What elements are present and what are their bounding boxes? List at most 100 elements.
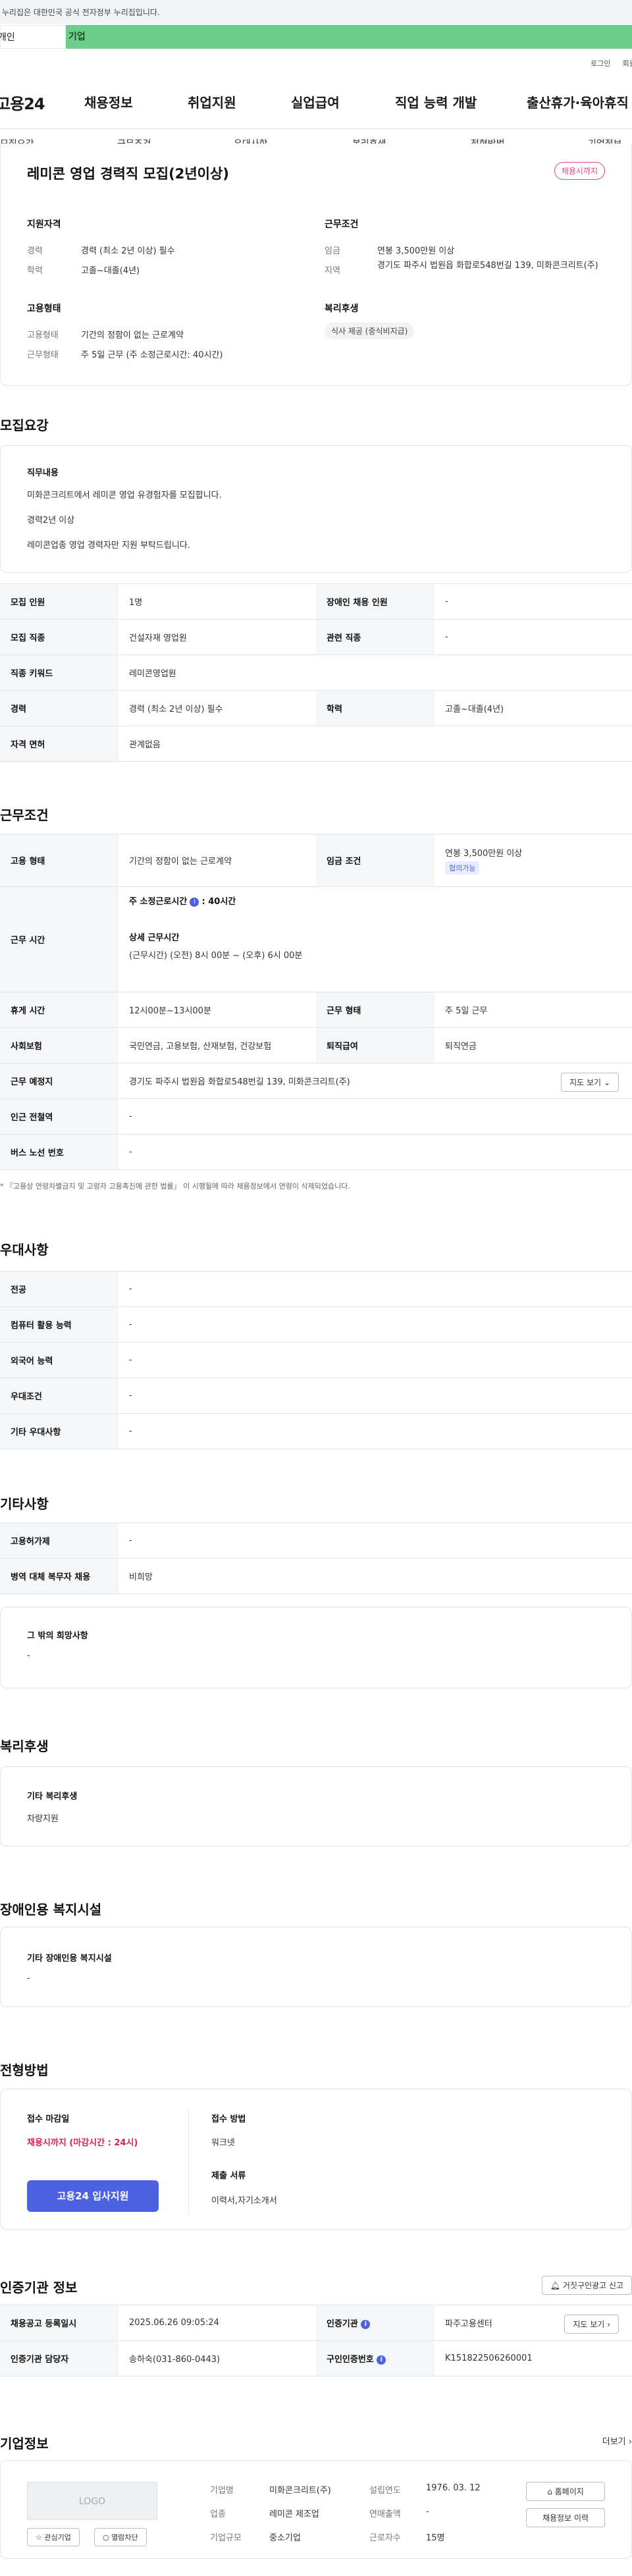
login-link[interactable]: 로그인: [591, 58, 610, 68]
tab-personal[interactable]: 개인: [0, 25, 66, 49]
tab-personal-label: 개인: [0, 32, 15, 43]
td-org: 파주고용센터 지도 보기 ›: [434, 2305, 632, 2341]
utility-links: 로그인 회원가입: [591, 58, 632, 68]
req-title: 지원자격: [27, 219, 61, 230]
th-pref-cond: 우대조건: [0, 1378, 118, 1414]
process-divider: [188, 2109, 189, 2214]
area-value: 경기도 파주시 법원읍 화합로548번길 139, 미화콘크리트(주): [377, 261, 598, 271]
area-label: 지역: [325, 266, 340, 276]
td-emptype: 기간의 정함이 없는 근로계약: [118, 834, 316, 887]
apply-button[interactable]: 고용24 입사지원: [27, 2180, 159, 2212]
th-reg: 채용공고 등록일시: [0, 2305, 118, 2341]
signup-link[interactable]: 회원가입: [623, 58, 632, 68]
company-logo: LOGO: [27, 2482, 157, 2520]
td-wage: 연봉 3,500만원 이상 협의가능: [434, 834, 632, 887]
td-break: 12시00분~13시00분: [118, 992, 316, 1028]
more-label: 더보기: [602, 2437, 626, 2447]
career-label: 경력: [27, 246, 43, 256]
table-row: 버스 노선 번호 -: [0, 1134, 632, 1170]
tab-company-label: 기업: [68, 32, 86, 42]
fav-label: 관심기업: [44, 2533, 71, 2542]
th-manager: 인증기관 담당자: [0, 2340, 118, 2376]
chevron-down-icon: ⌄: [603, 1078, 610, 1087]
wage-value: 연봉 3,500만원 이상: [377, 246, 455, 256]
cert-table: 채용공고 등록일시 2025.06.26 09:05:24 인증기관 i 파주고…: [0, 2305, 632, 2376]
table-row: 컴퓨터 활용 능력 -: [0, 1306, 632, 1343]
homepage-button[interactable]: ⌂ 홈페이지: [526, 2482, 605, 2501]
deadline-badge: 채용시까지: [554, 162, 605, 180]
disabled-card: 기타 장애인용 복지시설 -: [0, 1927, 632, 2007]
td-certno: K151822506260001: [434, 2340, 632, 2376]
tab-company[interactable]: 기업: [66, 25, 632, 49]
chevron-right-icon: ›: [607, 2320, 610, 2329]
worktype-value: 주 5일 근무 (주 소정근로시간: 40시간): [81, 350, 223, 360]
map-button[interactable]: 지도 보기 ⌄: [561, 1073, 619, 1092]
info-icon[interactable]: i: [190, 897, 199, 907]
td-occupation: 건설자재 영업원: [118, 619, 316, 655]
th-certno: 구인인증번호 i: [316, 2340, 434, 2376]
gnb-item-support[interactable]: 취업지원: [188, 92, 236, 111]
company-more-link[interactable]: 더보기 ›: [602, 2434, 632, 2447]
gnb-item-leave[interactable]: 출산휴가·육아휴직: [527, 92, 629, 111]
th-break: 휴게 시간: [0, 992, 118, 1028]
block-label: 열람차단: [111, 2533, 138, 2542]
est-value: 1976. 03. 12: [426, 2483, 481, 2493]
age-note: * 『고용상 연령차별금지 및 고령자 고용촉진에 관한 법률』 이 시행될에 …: [0, 1182, 350, 1191]
place-value: 경기도 파주시 법원읍 화합로548번길 139, 미화콘크리트(주): [129, 1077, 350, 1087]
docs-value: 이력서,자기소개서: [211, 2196, 277, 2206]
site-logo[interactable]: 고용24: [0, 91, 45, 114]
welfare-title: 복리후생: [325, 304, 359, 314]
th-career: 경력: [0, 690, 118, 726]
th-wage: 임금 조건: [316, 834, 434, 887]
td-reg: 2025.06.26 09:05:24: [118, 2305, 316, 2341]
disabled-box-title: 기타 장애인용 복지시설: [27, 1954, 112, 1964]
th-license: 자격 면허: [0, 726, 118, 762]
gov-banner-text: 이 누리집은 대한민국 공식 전자정부 누리집입니다.: [0, 8, 160, 17]
history-label: 채용정보 이력: [542, 2513, 589, 2523]
duty-title: 직무내용: [27, 468, 59, 478]
history-button[interactable]: 채용정보 이력: [526, 2508, 605, 2527]
td-bus: -: [118, 1134, 632, 1170]
table-row: 모집 직종 건설자재 영업원 관련 직종 -: [0, 619, 632, 655]
th-disabled-headcount: 장애인 채용 인원: [316, 583, 434, 620]
th-occupation: 모집 직종: [0, 619, 118, 655]
td-headcount: 1명: [118, 583, 316, 620]
table-row: 병역 대체 복무자 채용 비희망: [0, 1558, 632, 1594]
table-row: 고용허가제 -: [0, 1522, 632, 1559]
recruit-heading: 모집요강: [0, 417, 49, 433]
td-manager: 송하숙(031-860-0443): [118, 2340, 316, 2376]
info-icon[interactable]: i: [377, 2355, 386, 2365]
wage-value: 연봉 3,500만원 이상: [445, 849, 523, 859]
top-tabs: 개인 기업: [0, 25, 632, 49]
emp-label: 근로자수: [369, 2533, 401, 2543]
org-map-button[interactable]: 지도 보기 ›: [564, 2315, 619, 2334]
circle-icon: ○: [103, 2533, 109, 2542]
table-row: 채용공고 등록일시 2025.06.26 09:05:24 인증기관 i 파주고…: [0, 2305, 632, 2341]
duty-line: 경력2년 이상: [27, 516, 75, 525]
gnb-item-benefit[interactable]: 실업급여: [291, 92, 340, 111]
block-view-button[interactable]: ○ 열람차단: [94, 2528, 147, 2546]
td-hours: 주 소정근로시간 i : 40시간 상세 근무시간 (근무시간) (오전) 8시…: [118, 886, 632, 992]
table-row: 자격 면허 관계없음: [0, 726, 632, 762]
conditions-table: 고용 형태 기간의 정함이 없는 근로계약 임금 조건 연봉 3,500만원 이…: [0, 834, 632, 1170]
td-major: -: [118, 1271, 632, 1307]
method-label: 접수 방법: [211, 2114, 246, 2124]
certno-label: 구인인증번호: [327, 2355, 374, 2365]
edu-value: 고졸~대졸(4년): [81, 266, 140, 276]
home-icon: ⌂: [547, 2487, 552, 2496]
info-icon[interactable]: i: [361, 2319, 371, 2329]
disabled-heading: 장애인용 복지시설: [0, 1902, 102, 1918]
td-pref-etc: -: [118, 1413, 632, 1449]
hope-value: -: [27, 1651, 30, 1661]
td-disabled-headcount: -: [434, 583, 632, 620]
etc-heading: 기타사항: [0, 1496, 49, 1512]
hope-card: 그 밖의 희망사항 -: [0, 1607, 632, 1688]
td-place: 경기도 파주시 법원읍 화합로548번길 139, 미화콘크리트(주) 지도 보…: [118, 1063, 632, 1099]
td-license: 관계없음: [118, 726, 632, 762]
bell-icon: 🔔︎: [550, 2281, 561, 2290]
gnb-item-training[interactable]: 직업 능력 개발: [395, 92, 477, 111]
favorite-company-button[interactable]: ☆ 관심기업: [27, 2528, 80, 2546]
report-button[interactable]: 🔔︎ 거짓구인광고 신고: [541, 2276, 632, 2295]
th-insurance: 사회보험: [0, 1027, 118, 1063]
gnb-item-jobs[interactable]: 채용정보: [84, 92, 133, 111]
